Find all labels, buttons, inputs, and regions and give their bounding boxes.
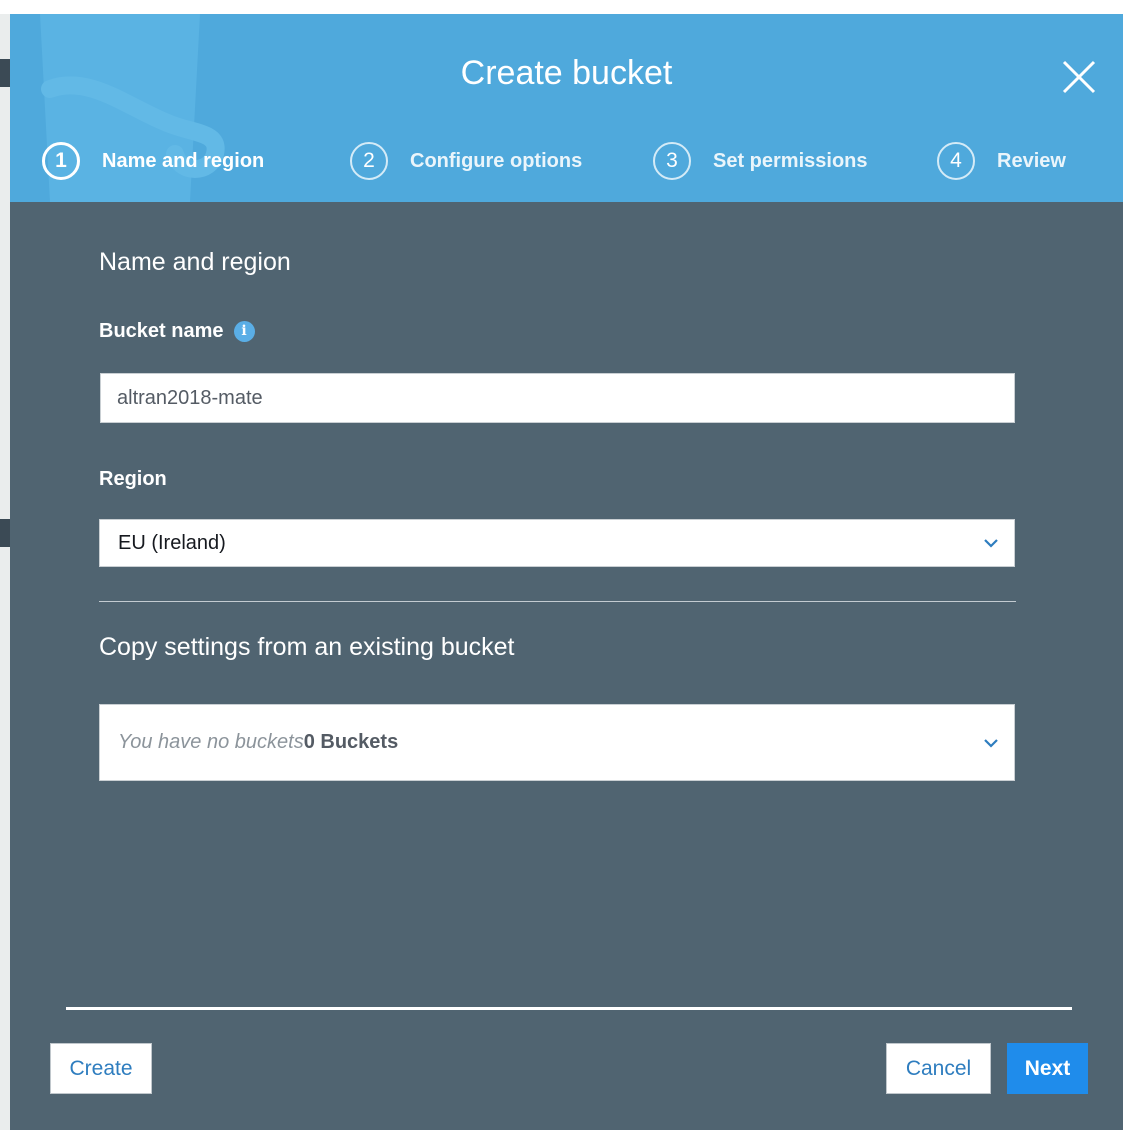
- step-number-badge: 4: [937, 142, 975, 180]
- chevron-down-icon: [984, 738, 998, 748]
- step-number-badge: 1: [42, 142, 80, 180]
- create-bucket-modal: Create bucket 1 Name and region 2 Config…: [10, 14, 1123, 1130]
- copy-settings-select[interactable]: You have no buckets 0 Buckets: [99, 704, 1015, 781]
- modal-title: Create bucket: [460, 54, 673, 92]
- section-title: Name and region: [99, 248, 291, 276]
- step-label: Configure options: [410, 149, 583, 172]
- region-label: Region: [99, 468, 167, 490]
- wizard-steps: 1 Name and region 2 Configure options 3 …: [10, 142, 1123, 180]
- step-name-and-region[interactable]: 1 Name and region: [42, 142, 264, 180]
- chevron-down-icon: [984, 539, 998, 548]
- create-button[interactable]: Create: [50, 1043, 152, 1094]
- next-button[interactable]: Next: [1007, 1043, 1088, 1094]
- backdrop-mark: [0, 59, 10, 87]
- region-select[interactable]: EU (Ireland): [99, 519, 1015, 567]
- step-review[interactable]: 4 Review: [937, 142, 1066, 180]
- step-label: Name and region: [102, 149, 265, 172]
- section-divider: [99, 601, 1016, 602]
- step-configure-options[interactable]: 2 Configure options: [350, 142, 582, 180]
- bucket-count: 0 Buckets: [303, 731, 399, 753]
- step-number-badge: 3: [653, 142, 691, 180]
- backdrop-mark: [0, 519, 10, 547]
- cancel-button[interactable]: Cancel: [886, 1043, 991, 1094]
- info-icon[interactable]: i: [233, 321, 255, 342]
- close-icon: [1062, 60, 1096, 94]
- step-set-permissions[interactable]: 3 Set permissions: [653, 142, 868, 180]
- bucket-name-input[interactable]: [100, 373, 1015, 423]
- no-buckets-placeholder: You have no buckets: [118, 731, 304, 753]
- backdrop-sliver: [0, 14, 10, 1130]
- step-label: Set permissions: [713, 149, 868, 172]
- copy-settings-title: Copy settings from an existing bucket: [99, 633, 515, 661]
- step-label: Review: [997, 149, 1066, 172]
- step-number-badge: 2: [350, 142, 388, 180]
- bucket-name-label: Bucket name: [99, 320, 224, 342]
- region-selected-value: EU (Ireland): [118, 531, 226, 554]
- close-button[interactable]: [1060, 58, 1098, 96]
- page-background: [0, 0, 1123, 14]
- bucket-name-label-row: Bucket name i: [99, 320, 255, 343]
- footer-divider: [66, 1007, 1072, 1010]
- modal-header: Create bucket 1 Name and region 2 Config…: [10, 14, 1123, 202]
